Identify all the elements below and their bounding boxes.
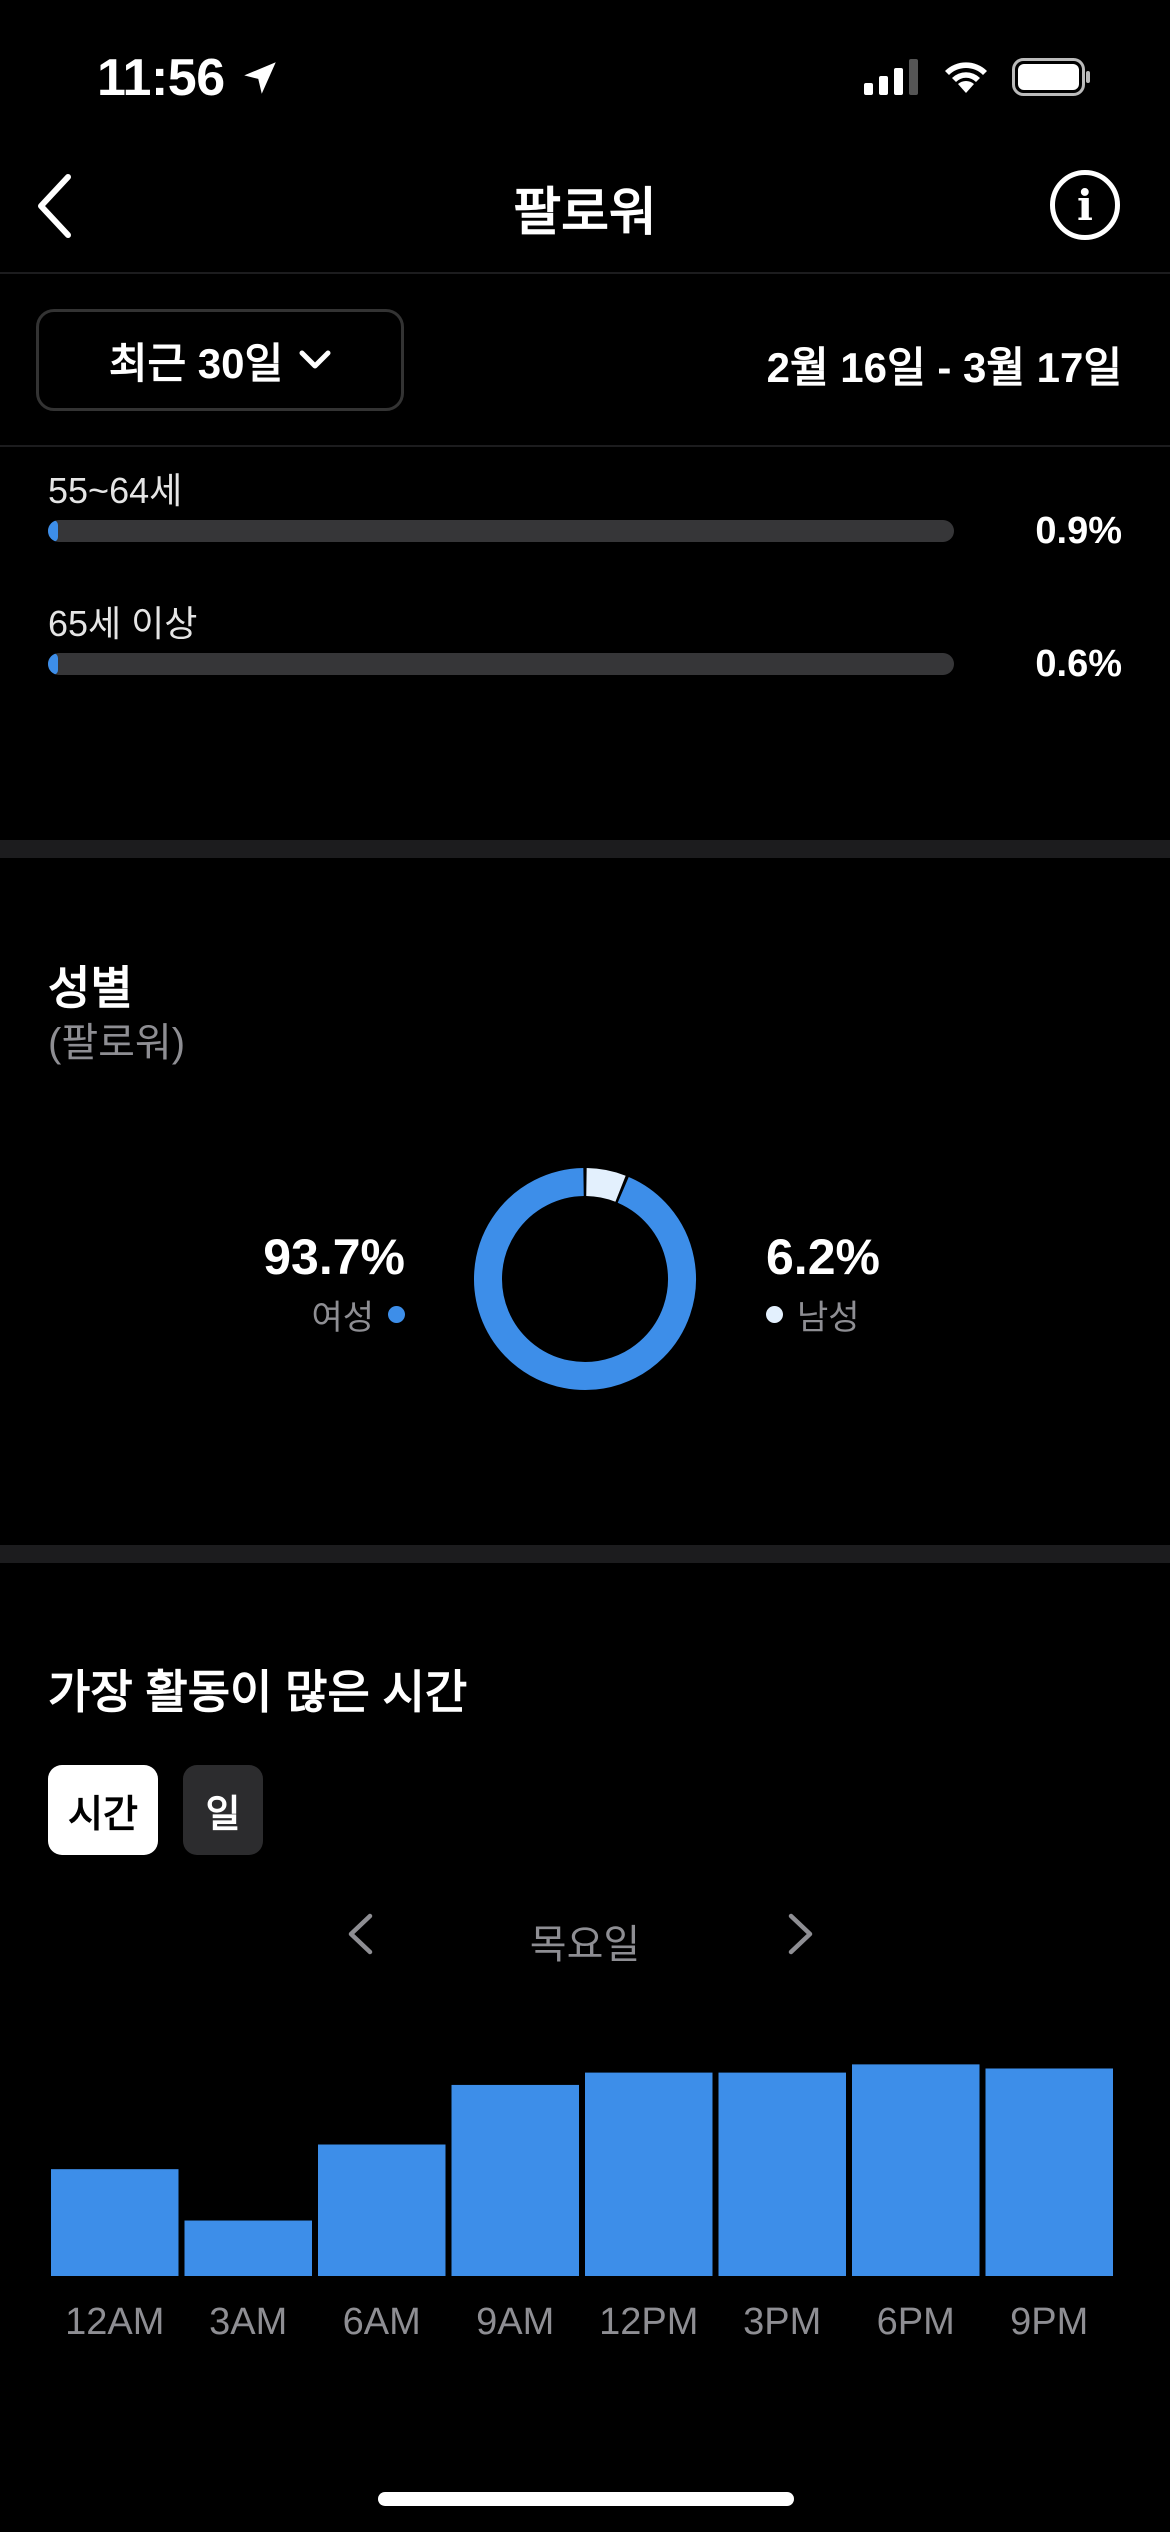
- x-tick-label: 3PM: [743, 2301, 821, 2343]
- x-tick-label: 9PM: [1010, 2301, 1088, 2343]
- age-group-label: 65세 이상: [48, 603, 198, 644]
- status-time-text: 11:56: [97, 49, 225, 107]
- active-times-bar-chart: 12AM 3AM 6AM 9AM 12PM 3PM 6PM 9PM: [51, 2064, 1113, 2343]
- chevron-right-icon: [788, 1913, 813, 1955]
- active-times-title: 가장 활동이 많은 시간: [48, 1666, 468, 1718]
- age-group-bar-fill: [48, 520, 58, 542]
- chevron-down-icon: [299, 350, 331, 369]
- x-tick-label: 6AM: [343, 2301, 421, 2343]
- bar-6AM: [318, 2144, 446, 2276]
- female-legend-dot: [388, 1306, 405, 1323]
- male-stat: 6.2% 남성: [766, 1228, 880, 1339]
- bar-12PM: [585, 2072, 713, 2276]
- status-indicators: [864, 58, 1092, 96]
- donut-segment-male: [585, 1168, 626, 1202]
- male-label: 남성: [797, 1299, 860, 1337]
- x-tick-label: 12PM: [599, 2301, 698, 2343]
- x-tick-label: 6PM: [877, 2301, 955, 2343]
- section-divider: [0, 1545, 1170, 1563]
- x-tick-label: 12AM: [65, 2301, 164, 2343]
- previous-day-button[interactable]: [345, 1912, 385, 1972]
- divider: [0, 445, 1170, 447]
- page-title: 팔로워: [513, 184, 657, 242]
- info-icon: i: [1077, 180, 1093, 230]
- age-group-bar: [48, 520, 954, 542]
- female-label: 여성: [311, 1299, 374, 1337]
- age-group-percent: 0.6%: [1035, 643, 1122, 685]
- status-time: 11:56: [97, 48, 281, 108]
- bar-3AM: [184, 2220, 312, 2276]
- date-range-text: 2월 16일 - 3월 17일: [766, 344, 1122, 391]
- toggle-hours[interactable]: 시간: [48, 1765, 158, 1855]
- age-group-label: 55~64세: [48, 470, 183, 511]
- female-stat: 93.7% 여성: [263, 1228, 405, 1339]
- chevron-left-icon: [348, 1913, 373, 1955]
- age-group-row: 65세 이상 0.6%: [48, 595, 1122, 685]
- gender-section-title: 성별: [48, 962, 133, 1014]
- female-percent: 93.7%: [263, 1229, 405, 1285]
- location-arrow-icon: [243, 62, 276, 94]
- toggle-days[interactable]: 일: [183, 1765, 263, 1855]
- cellular-signal-icon: [864, 59, 918, 95]
- gender-section-subtitle: (팔로워): [48, 1021, 186, 1065]
- x-tick-label: 3AM: [209, 2301, 287, 2343]
- male-legend-dot: [766, 1306, 783, 1323]
- home-indicator[interactable]: [378, 2492, 794, 2506]
- bar-12AM: [51, 2169, 179, 2276]
- gender-donut-chart: [474, 1168, 696, 1390]
- wifi-icon: [945, 62, 987, 93]
- age-group-row: 55~64세 0.9%: [48, 462, 1122, 552]
- next-day-button[interactable]: [786, 1912, 826, 1972]
- bar-3PM: [718, 2072, 846, 2276]
- bar-6PM: [852, 2064, 980, 2276]
- x-tick-label: 9AM: [476, 2301, 554, 2343]
- date-range-label: 최근 30일: [108, 339, 284, 387]
- section-divider: [0, 840, 1170, 858]
- age-group-percent: 0.9%: [1035, 510, 1122, 552]
- info-button[interactable]: i: [1050, 170, 1120, 240]
- age-group-bar: [48, 653, 954, 675]
- battery-icon: [1012, 58, 1090, 96]
- bar-9PM: [985, 2068, 1113, 2276]
- divider: [0, 272, 1170, 274]
- date-range-dropdown[interactable]: 최근 30일: [36, 309, 404, 411]
- day-label: 목요일: [529, 1923, 641, 1967]
- age-group-bar-fill: [48, 653, 58, 675]
- bar-9AM: [451, 2084, 579, 2276]
- donut-segment-female: [474, 1168, 696, 1390]
- male-percent: 6.2%: [766, 1229, 880, 1285]
